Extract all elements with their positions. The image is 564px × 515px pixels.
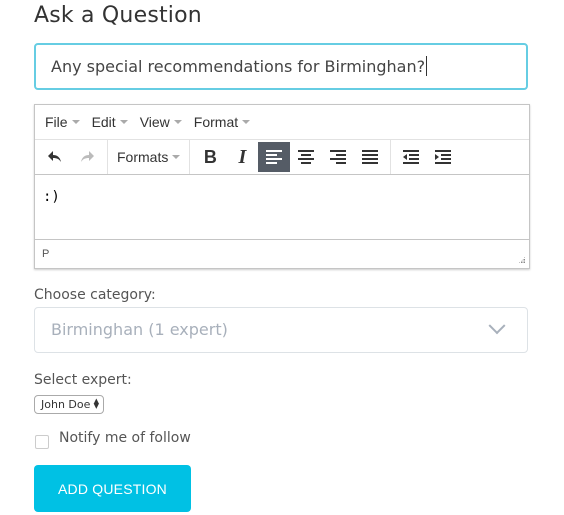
notify-checkbox[interactable] <box>35 435 49 449</box>
indent-group <box>391 140 463 174</box>
caret-down-icon <box>71 120 80 124</box>
align-right-button[interactable] <box>322 142 354 172</box>
redo-icon <box>81 151 94 162</box>
italic-button[interactable]: I <box>226 142 258 172</box>
caret-down-icon <box>119 120 128 124</box>
menu-view-label: View <box>139 114 170 130</box>
align-right-icon <box>330 150 347 164</box>
updown-arrows-icon: ▲ ▼ <box>93 397 99 410</box>
bold-button[interactable]: B <box>194 142 226 172</box>
editor-content[interactable]: :) <box>35 175 529 239</box>
menu-format-label: Format <box>193 114 239 130</box>
menu-file[interactable]: File <box>39 114 86 130</box>
outdent-button[interactable] <box>395 142 427 172</box>
chevron-down-icon <box>488 317 506 335</box>
indent-icon <box>435 150 452 164</box>
menu-format[interactable]: Format <box>188 114 256 130</box>
rich-text-editor: File Edit View Format Formats B I:) P <box>34 104 530 269</box>
editor-menubar: File Edit View Format <box>35 105 529 140</box>
align-justify-icon <box>362 150 379 164</box>
formats-dropdown[interactable]: Formats <box>112 149 185 165</box>
category-select[interactable]: Birminghan (1 expert) <box>34 307 528 353</box>
menu-file-label: File <box>45 114 68 130</box>
resize-handle-icon[interactable] <box>518 256 526 264</box>
formats-label: Formats <box>117 149 169 165</box>
expert-label: Select expert: <box>34 372 132 388</box>
align-justify-button[interactable] <box>354 142 386 172</box>
align-center-icon <box>298 150 315 164</box>
expert-selected-value: John Doe <box>41 398 91 411</box>
expert-select[interactable]: John Doe ▲ ▼ <box>34 395 104 414</box>
caret-down-icon <box>173 120 182 124</box>
align-left-icon <box>266 150 283 164</box>
indent-button[interactable] <box>427 142 459 172</box>
page-title: Ask a Question <box>34 3 202 28</box>
redo-button[interactable] <box>71 142 103 172</box>
undo-icon <box>48 151 61 162</box>
formats-group: Formats <box>108 140 191 174</box>
style-group: B I <box>190 140 392 174</box>
undo-button[interactable] <box>39 142 71 172</box>
add-question-button[interactable]: ADD QUESTION <box>34 465 191 512</box>
align-left-button[interactable] <box>258 142 291 172</box>
question-title-value: Any special recommendations for Birmingh… <box>51 57 426 76</box>
outdent-icon <box>403 150 420 164</box>
editor-toolbar: Formats B I <box>35 140 529 175</box>
question-title-input[interactable]: Any special recommendations for Birmingh… <box>34 43 528 90</box>
caret-down-icon <box>172 155 181 159</box>
menu-edit[interactable]: Edit <box>86 114 134 130</box>
editor-statusbar: P <box>35 239 529 267</box>
align-center-button[interactable] <box>290 142 322 172</box>
history-group <box>35 140 108 174</box>
category-selected-value: Birminghan (1 expert) <box>51 320 228 339</box>
notify-label[interactable]: Notify me of follow <box>59 430 191 446</box>
caret-down-icon <box>242 120 251 124</box>
menu-edit-label: Edit <box>91 114 116 130</box>
menu-view[interactable]: View <box>134 114 188 130</box>
category-label: Choose category: <box>34 287 156 303</box>
text-cursor <box>426 56 428 76</box>
element-path[interactable]: P <box>42 248 49 260</box>
